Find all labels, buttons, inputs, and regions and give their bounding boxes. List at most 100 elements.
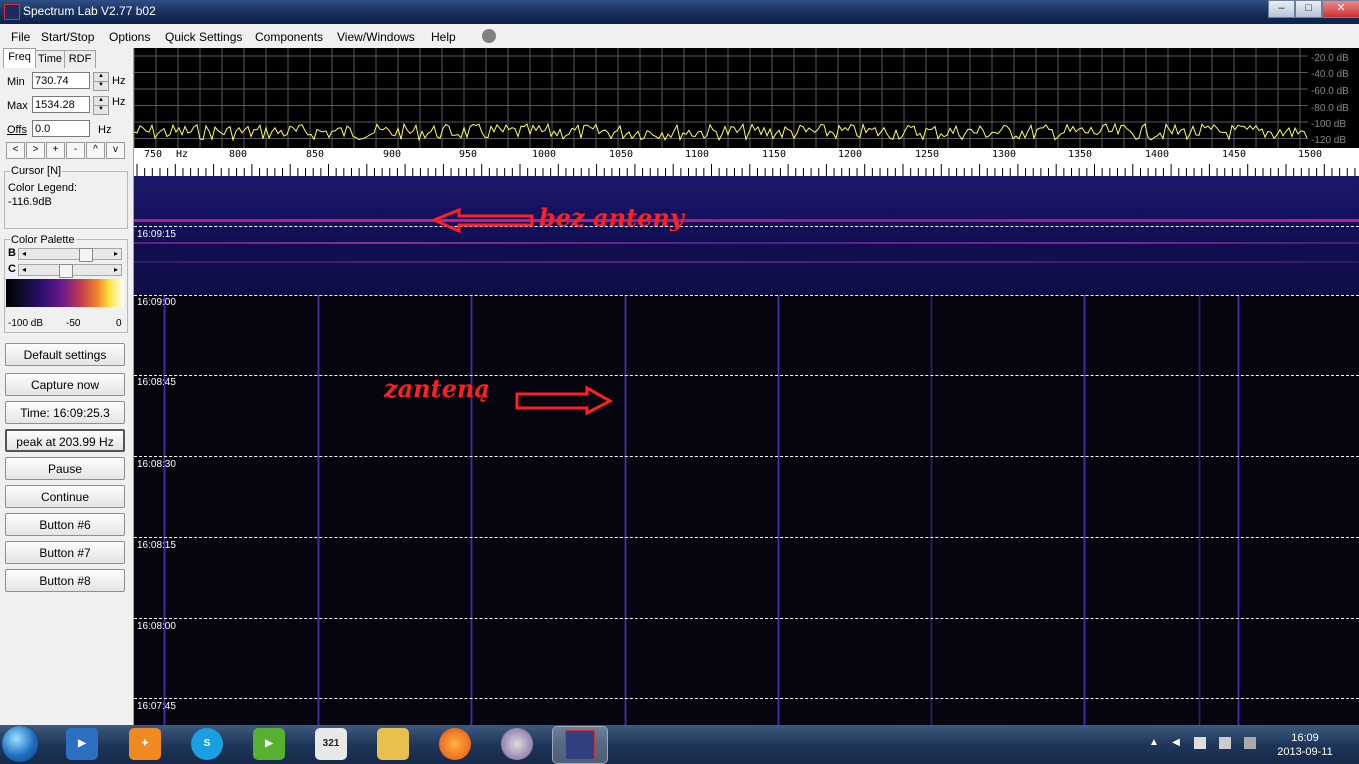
- offs-unit-label: Hz: [98, 124, 112, 136]
- slider-left-arrow-icon[interactable]: ◂: [19, 264, 29, 276]
- palette-mid-label: -50: [66, 318, 81, 329]
- clock-date: 2013-09-11: [1277, 746, 1333, 758]
- network-icon[interactable]: [1194, 737, 1206, 749]
- max-unit-label: Hz: [112, 96, 126, 108]
- spectrum-graph[interactable]: -20.0 dB -40.0 dB -60.0 dB -80.0 dB -100…: [134, 48, 1359, 148]
- spectrum-svg: [134, 48, 1308, 148]
- avast-icon[interactable]: ✦: [129, 728, 161, 760]
- skype-icon[interactable]: S: [191, 728, 223, 760]
- cursor-label: Cursor [N]: [10, 165, 63, 177]
- menu-options[interactable]: Options: [109, 30, 150, 44]
- slider-right-arrow-icon[interactable]: ▸: [111, 264, 121, 276]
- clock[interactable]: 16:09 2013-09-11: [1272, 731, 1338, 759]
- slider-left-arrow-icon[interactable]: ◂: [19, 248, 29, 260]
- slider-right-arrow-icon[interactable]: ▸: [111, 248, 121, 260]
- menu-quick-settings[interactable]: Quick Settings: [165, 30, 242, 44]
- zoom-in-button[interactable]: +: [46, 142, 65, 159]
- contrast-thumb[interactable]: [59, 264, 73, 278]
- eclipse-app-icon[interactable]: [501, 728, 533, 760]
- flag-icon[interactable]: [1244, 737, 1256, 749]
- min-freq-field[interactable]: 730.74: [32, 72, 90, 89]
- palette-min-label: -100 dB: [8, 318, 44, 329]
- color-legend-label: Color Legend:: [8, 182, 78, 194]
- peak-display-button[interactable]: peak at 203.99 Hz: [5, 429, 125, 452]
- max-down-arrow-icon[interactable]: ▼: [93, 105, 109, 115]
- db-label: -100 dB: [1311, 119, 1347, 130]
- annotation-without-antenna: bez anteny: [539, 203, 684, 232]
- scroll-right-button[interactable]: >: [26, 142, 45, 159]
- contrast-label: C: [8, 263, 16, 275]
- capture-now-button[interactable]: Capture now: [5, 373, 125, 396]
- app-icon[interactable]: [4, 4, 20, 20]
- green-app-icon[interactable]: ▶: [253, 728, 285, 760]
- minimize-button[interactable]: –: [1268, 0, 1295, 18]
- title-bar: Spectrum Lab V2.77 b02 – □ ✕: [0, 0, 1359, 24]
- menu-start-stop[interactable]: Start/Stop: [41, 30, 94, 44]
- brightness-slider[interactable]: ◂ ▸: [18, 248, 122, 262]
- menu-components[interactable]: Components: [255, 30, 323, 44]
- color-gradient-bar[interactable]: [6, 279, 124, 307]
- time-display-button[interactable]: Time: 16:09:25.3: [5, 401, 125, 424]
- db-label: -80.0 dB: [1311, 103, 1349, 114]
- db-label: -120 dB: [1311, 135, 1347, 146]
- right-arrow-icon: [515, 385, 614, 416]
- tab-freq[interactable]: Freq: [3, 48, 36, 68]
- tick-marks: [136, 164, 1356, 176]
- tab-rdf[interactable]: RDF: [64, 50, 96, 68]
- min-label: Min: [7, 76, 25, 88]
- close-button[interactable]: ✕: [1322, 0, 1359, 18]
- calendar-icon[interactable]: 321: [315, 728, 347, 760]
- max-label: Max: [7, 100, 28, 112]
- offs-label: Offs: [7, 124, 27, 136]
- annotation-arrows: [430, 207, 614, 416]
- min-unit-label: Hz: [112, 75, 126, 87]
- spectrum-lab-taskbar-button[interactable]: [552, 726, 608, 764]
- clock-time: 16:09: [1291, 732, 1319, 744]
- brightness-label: B: [8, 247, 16, 259]
- db-scale: -20.0 dB -40.0 dB -60.0 dB -80.0 dB -100…: [1308, 48, 1359, 148]
- cursor-value: -116.9dB: [8, 196, 52, 208]
- maximize-button[interactable]: □: [1295, 0, 1322, 18]
- offset-field[interactable]: 0.0: [32, 120, 90, 137]
- waterfall-display[interactable]: 16:09:15 16:09:00 16:08:45 16:08:30 16:0…: [134, 176, 1359, 725]
- left-arrow-icon: [430, 207, 534, 234]
- menu-view-windows[interactable]: View/Windows: [337, 30, 415, 44]
- palette-max-label: 0: [116, 318, 122, 329]
- zoom-out-button[interactable]: -: [66, 142, 85, 159]
- button-7[interactable]: Button #7: [5, 541, 125, 564]
- shift-up-button[interactable]: ^: [86, 142, 105, 159]
- button-6[interactable]: Button #6: [5, 513, 125, 536]
- spectrum-lab-icon: [565, 730, 595, 760]
- max-freq-field[interactable]: 1534.28: [32, 96, 90, 113]
- contrast-slider[interactable]: ◂ ▸: [18, 264, 122, 278]
- window-title: Spectrum Lab V2.77 b02: [23, 4, 156, 18]
- color-palette-label: Color Palette: [10, 234, 76, 246]
- menu-help[interactable]: Help: [431, 30, 456, 44]
- min-down-arrow-icon[interactable]: ▼: [93, 81, 109, 91]
- scroll-left-button[interactable]: <: [6, 142, 25, 159]
- db-label: -60.0 dB: [1311, 86, 1349, 97]
- button-8[interactable]: Button #8: [5, 569, 125, 592]
- start-orb-icon[interactable]: [2, 726, 38, 762]
- tab-time[interactable]: Time: [35, 50, 65, 68]
- shift-down-button[interactable]: v: [106, 142, 125, 159]
- file-explorer-icon[interactable]: [377, 728, 409, 760]
- device-icon[interactable]: [1219, 737, 1231, 749]
- db-label: -20.0 dB: [1311, 53, 1349, 64]
- volume-icon[interactable]: ◀: [1170, 737, 1182, 749]
- status-indicator-icon: [482, 29, 496, 43]
- db-label: -40.0 dB: [1311, 69, 1349, 80]
- pause-button[interactable]: Pause: [5, 457, 125, 480]
- annotation-with-antenna: zanteną: [384, 374, 490, 403]
- tray-expand-icon[interactable]: ▲: [1148, 737, 1160, 749]
- firefox-icon[interactable]: [439, 728, 471, 760]
- menu-file[interactable]: File: [11, 30, 30, 44]
- continue-button[interactable]: Continue: [5, 485, 125, 508]
- default-settings-button[interactable]: Default settings: [5, 343, 125, 366]
- control-panel: Freq Time RDF Min 730.74 ▲ ▼ Hz Max 1534…: [0, 48, 134, 725]
- menu-bar: File Start/Stop Options Quick Settings C…: [0, 24, 1359, 48]
- taskbar: ▶ ✦ S ▶ 321 ▲ ◀ 16:09 2013-09-11: [0, 725, 1359, 764]
- frequency-axis: 750 Hz 800 850 900 950 1000 1050 1100 11…: [134, 148, 1359, 176]
- media-player-icon[interactable]: ▶: [66, 728, 98, 760]
- brightness-thumb[interactable]: [79, 248, 93, 262]
